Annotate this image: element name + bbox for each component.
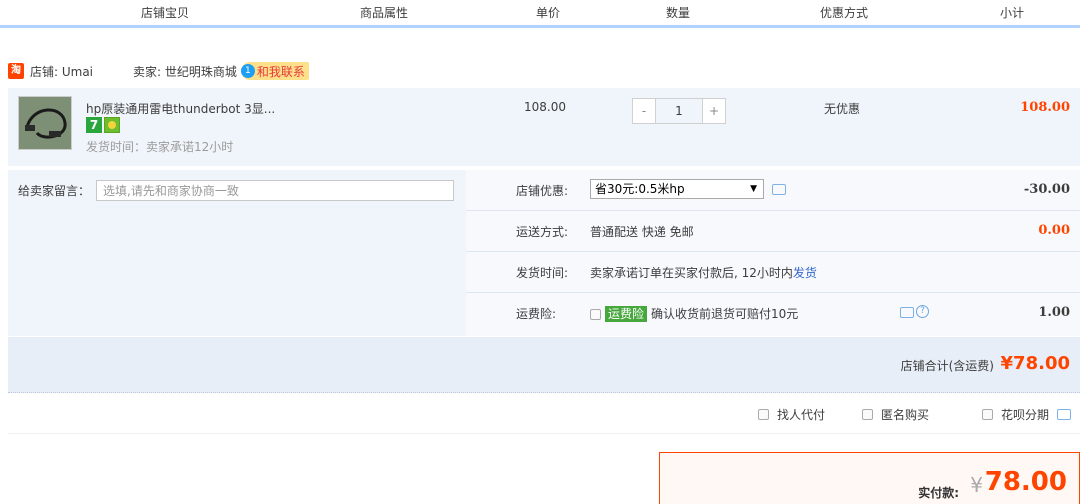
item-unit-price: 108.00 — [524, 100, 566, 114]
agent-pay-label: 找人代付 — [777, 408, 826, 422]
seller-name[interactable]: 卖家: 世纪明珠商城 — [133, 63, 237, 80]
service-badges: 7 — [86, 117, 120, 133]
insurance-comment-icon[interactable] — [900, 307, 914, 318]
shipping-label: 运送方式: — [516, 225, 569, 239]
insurance-row: 运费险: 运费险 确认收货前退货可赔付10元 ? 1.00 — [466, 293, 1080, 334]
contact-seller-button[interactable]: 1 和我联系 — [240, 62, 309, 80]
comment-icon[interactable] — [772, 184, 786, 195]
shop-total-label: 店铺合计(含运费) — [900, 359, 994, 373]
header-col-discount: 优惠方式 — [744, 0, 944, 30]
anonymous-label: 匿名购买 — [881, 408, 930, 422]
item-subtotal: 108.00 — [1020, 100, 1070, 115]
header-col-item: 店铺宝贝 — [0, 0, 330, 30]
shop-line: 淘 店铺: Umai 卖家: 世纪明珠商城 1 和我联系 — [8, 61, 309, 81]
payment-summary-box: 实付款: ¥ 78.00 — [659, 452, 1080, 504]
deliver-time-text: 卖家承诺订单在买家付款后, 12小时内 — [590, 266, 793, 280]
message-label: 给卖家留言： — [18, 184, 91, 198]
shop-discount-row: 店铺优惠: 省30元:0.5米hp ▼ -30.00 — [466, 170, 1080, 211]
huabei-checkbox[interactable] — [982, 409, 993, 420]
dropdown-arrow-icon: ▼ — [750, 184, 757, 194]
anonymous-checkbox[interactable] — [862, 409, 873, 420]
options-panel: 店铺优惠: 省30元:0.5米hp ▼ -30.00 运送方式: 普通配送 快递… — [466, 170, 1080, 336]
insurance-label: 运费险: — [516, 307, 557, 321]
insurance-text: 确认收货前退货可赔付10元 — [651, 307, 799, 321]
insurance-tag: 运费险 — [605, 306, 648, 322]
header-col-price: 单价 — [484, 0, 612, 30]
cart-item-row: hp原装通用雷电thunderbot 3显... 7 发货时间：卖家承诺12小时… — [8, 88, 1080, 166]
huabei-label: 花呗分期 — [1001, 408, 1050, 422]
header-col-attr: 商品属性 — [284, 0, 484, 30]
item-title-link[interactable]: hp原装通用雷电thunderbot 3显... — [86, 100, 275, 117]
service-guarantee-icon[interactable] — [104, 117, 120, 133]
order-options: 给卖家留言： 店铺优惠: 省30元:0.5米hp ▼ -30.00 运送方式: … — [8, 170, 1080, 336]
anonymous-option[interactable]: 匿名购买 — [862, 406, 929, 423]
insurance-checkbox[interactable] — [590, 309, 601, 320]
pay-currency: ¥ — [970, 473, 983, 497]
shipping-amount: 0.00 — [1038, 223, 1070, 238]
contact-seller-label: 和我联系 — [256, 64, 305, 79]
shop-name[interactable]: 店铺: Umai — [30, 63, 93, 80]
deliver-time-value: 卖家承诺订单在买家付款后, 12小时内发货 — [590, 264, 817, 281]
shipping-method: 普通配送 快递 免邮 — [590, 225, 694, 239]
deliver-time-row: 发货时间: 卖家承诺订单在买家付款后, 12小时内发货 — [466, 252, 1080, 293]
qty-increase-button[interactable]: + — [702, 98, 726, 124]
insurance-amount: 1.00 — [1038, 305, 1070, 320]
seven-day-return-icon[interactable]: 7 — [86, 117, 102, 133]
qty-decrease-button[interactable]: - — [632, 98, 656, 124]
message-to-seller-input[interactable] — [96, 180, 454, 201]
shop-discount-amount: -30.00 — [1023, 182, 1070, 197]
deliver-time-label: 发货时间: — [516, 266, 569, 280]
item-discount: 无优惠 — [824, 102, 861, 116]
shop-discount-selected: 省30元:0.5米hp — [595, 182, 685, 196]
shop-discount-select[interactable]: 省30元:0.5米hp ▼ — [590, 179, 764, 199]
help-icon[interactable]: ? — [916, 305, 929, 318]
header-col-subtotal: 小计 — [944, 0, 1080, 30]
huabei-option[interactable]: 花呗分期 — [982, 406, 1072, 423]
header-col-qty: 数量 — [612, 0, 744, 30]
huabei-info-icon[interactable] — [1057, 409, 1072, 420]
cart-header: 店铺宝贝 商品属性 单价 数量 优惠方式 小计 — [0, 0, 1080, 30]
agent-pay-option[interactable]: 找人代付 — [758, 406, 825, 423]
pay-amount: 78.00 — [984, 467, 1067, 497]
shop-discount-label: 店铺优惠: — [516, 184, 569, 198]
quantity-stepper: - 1 + — [632, 98, 726, 124]
shipping-row: 运送方式: 普通配送 快递 免邮 0.00 — [466, 211, 1080, 252]
pay-label: 实付款: — [918, 486, 959, 500]
payment-extras-row: 找人代付 匿名购买 花呗分期 — [8, 394, 1080, 434]
shop-total-amount: ¥78.00 — [1000, 353, 1070, 374]
item-ship-time: 发货时间：卖家承诺12小时 — [86, 140, 234, 154]
qty-input[interactable]: 1 — [656, 98, 702, 124]
cable-image-icon — [19, 97, 71, 149]
shop-total-row: 店铺合计(含运费) ¥78.00 — [8, 337, 1080, 393]
taobao-icon: 淘 — [8, 63, 24, 79]
wangwang-chat-icon: 1 — [240, 64, 255, 78]
insurance-option: 运费险 确认收货前退货可赔付10元 — [590, 305, 798, 322]
item-thumbnail[interactable] — [18, 96, 72, 150]
agent-pay-checkbox[interactable] — [758, 409, 769, 420]
deliver-link[interactable]: 发货 — [793, 266, 817, 280]
